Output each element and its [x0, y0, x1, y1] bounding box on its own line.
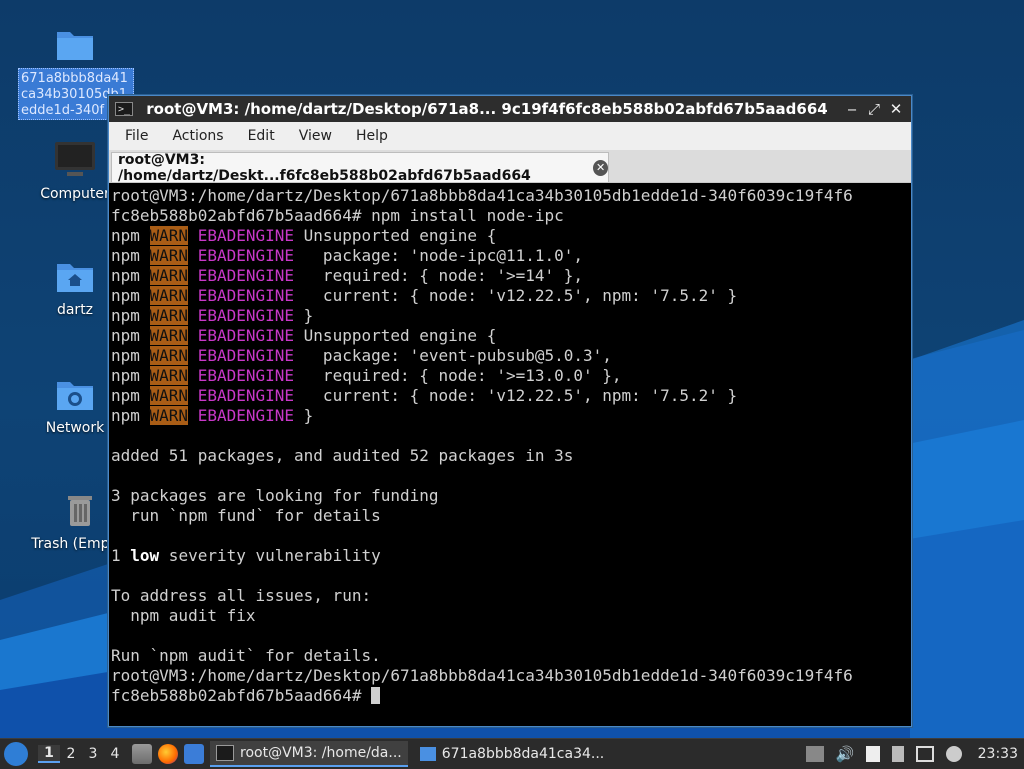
menu-file[interactable]: File	[113, 128, 160, 144]
task-folder-label: 671a8bbb8da41ca34...	[441, 746, 605, 762]
tab-close-icon[interactable]: ✕	[593, 159, 608, 176]
address-line: To address all issues, run:	[111, 586, 372, 605]
tab-bar: root@VM3: /home/dartz/Deskt...f6fc8eb588…	[109, 150, 911, 184]
computer-icon	[55, 142, 95, 176]
npm-warn-line: npm WARN EBADENGINE package: 'event-pubs…	[111, 346, 612, 365]
network-icon[interactable]	[915, 746, 934, 762]
folder-task-icon	[419, 747, 436, 761]
update-icon[interactable]	[945, 746, 962, 762]
task-folder[interactable]: 671a8bbb8da41ca34...	[414, 741, 611, 767]
show-desktop-icon[interactable]	[184, 744, 204, 764]
terminal-tab[interactable]: root@VM3: /home/dartz/Deskt...f6fc8eb588…	[111, 151, 609, 184]
added-line: added 51 packages, and audited 52 packag…	[111, 446, 574, 465]
funding-line: 3 packages are looking for funding	[111, 486, 439, 505]
terminal-cursor	[371, 687, 381, 704]
audit-fix-line: npm audit fix	[111, 606, 256, 625]
npm-warn-line: npm WARN EBADENGINE required: { node: '>…	[111, 266, 584, 285]
desktop-computer-label: Computer	[40, 186, 110, 202]
trash-icon	[68, 496, 92, 526]
close-button[interactable]: ✕	[885, 100, 907, 118]
prompt-line: root@VM3:/home/dartz/Desktop/671a8bbb8da…	[111, 666, 853, 685]
npm-warn-line: npm WARN EBADENGINE Unsupported engine {	[111, 326, 497, 345]
minimize-button[interactable]: ‒	[841, 100, 863, 118]
window-title: root@VM3: /home/dartz/Desktop/671a8... 9…	[146, 100, 828, 118]
current-prompt-line: fc8eb588b02abfd67b5aad664#	[111, 686, 909, 706]
maximize-button[interactable]: ⤢	[863, 100, 885, 118]
npm-warn-line: npm WARN EBADENGINE Unsupported engine {	[111, 226, 497, 245]
vulnerability-line: 1 low severity vulnerability	[111, 546, 381, 565]
npm-warn-line: npm WARN EBADENGINE }	[111, 306, 314, 325]
app-menu-icon[interactable]	[4, 742, 28, 766]
network-folder-icon	[57, 382, 93, 410]
workspace-3[interactable]: 3	[82, 746, 104, 762]
window-titlebar[interactable]: >_ root@VM3: /home/dartz/Desktop/671a8..…	[109, 96, 911, 122]
file-manager-icon[interactable]	[132, 744, 152, 764]
home-folder-icon	[57, 264, 93, 292]
npm-warn-line: npm WARN EBADENGINE required: { node: '>…	[111, 366, 622, 385]
funding-hint-line: run `npm fund` for details	[111, 506, 381, 525]
task-terminal-label: root@VM3: /home/da...	[240, 745, 402, 761]
menu-edit[interactable]: Edit	[236, 128, 287, 144]
npm-warn-line: npm WARN EBADENGINE }	[111, 406, 314, 425]
folder-icon	[57, 32, 93, 60]
volume-icon[interactable]: 🔊	[836, 746, 855, 762]
clock[interactable]: 23:33	[978, 746, 1018, 762]
task-terminal[interactable]: root@VM3: /home/da...	[210, 741, 408, 767]
firefox-icon[interactable]	[158, 744, 178, 764]
menu-view[interactable]: View	[287, 128, 344, 144]
npm-warn-line: npm WARN EBADENGINE current: { node: 'v1…	[111, 286, 738, 305]
terminal-window[interactable]: >_ root@VM3: /home/dartz/Desktop/671a8..…	[108, 95, 912, 727]
system-tray: 🔊 23:33	[800, 746, 1024, 762]
details-line: Run `npm audit` for details.	[111, 646, 381, 665]
clipboard-icon[interactable]	[865, 746, 880, 762]
workspace-2[interactable]: 2	[60, 746, 82, 762]
menu-help[interactable]: Help	[344, 128, 400, 144]
workspace-4[interactable]: 4	[104, 746, 126, 762]
terminal-task-icon	[216, 745, 234, 761]
desktop-home-label: dartz	[56, 302, 94, 318]
npm-warn-line: npm WARN EBADENGINE package: 'node-ipc@1…	[111, 246, 584, 265]
npm-warn-line: npm WARN EBADENGINE current: { node: 'v1…	[111, 386, 738, 405]
terminal-output[interactable]: root@VM3:/home/dartz/Desktop/671a8bbb8da…	[109, 184, 909, 724]
command-line: fc8eb588b02abfd67b5aad664# npm install n…	[111, 206, 564, 225]
desktop-network-label: Network	[45, 420, 105, 436]
taskbar: 1 2 3 4 root@VM3: /home/da... 671a8bbb8d…	[0, 738, 1024, 769]
battery-icon[interactable]	[891, 746, 904, 762]
terminal-app-icon: >_	[115, 102, 133, 116]
prompt-line: root@VM3:/home/dartz/Desktop/671a8bbb8da…	[111, 186, 853, 205]
workspace-1[interactable]: 1	[38, 745, 60, 763]
notification-icon[interactable]	[805, 746, 824, 762]
menu-actions[interactable]: Actions	[160, 128, 235, 144]
tab-label: root@VM3: /home/dartz/Deskt...f6fc8eb588…	[118, 151, 531, 184]
menu-bar: File Actions Edit View Help	[109, 122, 911, 150]
